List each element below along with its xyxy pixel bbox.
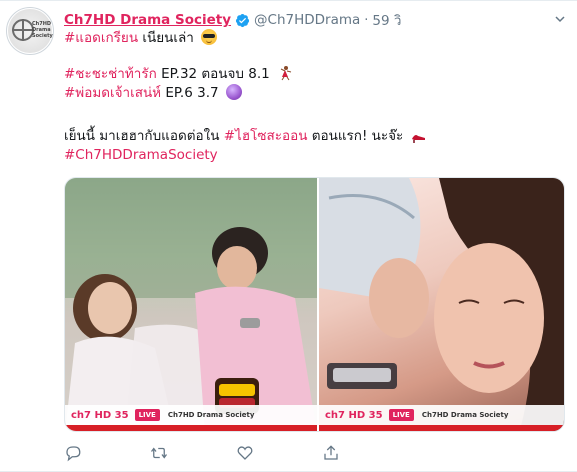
- tweet-card[interactable]: Ch7HD Drama Society Ch7HD Drama Society …: [0, 0, 577, 472]
- share-icon: [324, 445, 338, 460]
- line-text: EP.32 ตอนจบ 8.1: [156, 66, 270, 82]
- channel-overlay: ch7 HD 35 LIVE Ch7HD Drama Society: [319, 405, 564, 425]
- photo-right[interactable]: ch7 HD 35 LIVE Ch7HD Drama Society: [319, 178, 564, 431]
- social-handle: Ch7HD Drama Society: [167, 411, 255, 419]
- tweet-line-4: เย็นนี้ มาเฮฮากับแอดต่อใน #ไฮโซสะออน ตอน…: [64, 127, 427, 145]
- dancer-emoji-icon: [280, 66, 292, 81]
- red-strip: [319, 425, 564, 431]
- sunglasses-emoji-icon: [201, 29, 218, 45]
- like-button[interactable]: [236, 444, 322, 462]
- channel-overlay: ch7 HD 35 LIVE Ch7HD Drama Society: [65, 405, 317, 425]
- display-name[interactable]: Ch7HD Drama Society: [64, 12, 231, 28]
- line-text: เย็นนี้ มาเฮฮากับแอดต่อใน: [64, 128, 224, 144]
- crystal-ball-emoji-icon: [225, 84, 242, 100]
- photo-right-scene: [319, 178, 564, 431]
- avatar-text: Ch7HD Drama Society: [32, 21, 53, 39]
- red-strip: [65, 425, 317, 431]
- hashtag-link[interactable]: #ชะชะช่าท้ารัก: [64, 66, 157, 82]
- hashtag-link[interactable]: #แอดเกรียน: [64, 30, 138, 46]
- avatar-logo: Ch7HD Drama Society: [8, 9, 53, 53]
- globe-icon: [12, 19, 34, 41]
- line-text: เนียนเล่า: [138, 30, 194, 46]
- live-badge: LIVE: [134, 409, 160, 421]
- separator-dot: ·: [364, 12, 369, 28]
- retweet-icon: [150, 447, 168, 459]
- tweet-line-2: #ชะชะช่าท้ารัก EP.32 ตอนจบ 8.1: [64, 65, 293, 83]
- tweet-line-3: #พ่อมดเจ้าเสน่ห์ EP.6 3.7: [64, 84, 242, 102]
- tweet-line-5: #Ch7HDDramaSociety: [64, 146, 218, 164]
- photo-left[interactable]: ch7 HD 35 LIVE Ch7HD Drama Society: [65, 178, 317, 431]
- reply-button[interactable]: [64, 444, 150, 462]
- line-text: ตอนแรก! นะจ๊ะ: [307, 128, 404, 144]
- hashtag-link[interactable]: #Ch7HDDramaSociety: [64, 147, 218, 163]
- channel-logo: ch7 HD 35: [71, 409, 129, 421]
- chevron-down-icon[interactable]: [555, 14, 565, 24]
- timestamp[interactable]: 59 วิ: [372, 9, 401, 31]
- tweet-line-1: #แอดเกรียน เนียนเล่า: [64, 29, 218, 47]
- media-grid[interactable]: ch7 HD 35 LIVE Ch7HD Drama Society ch7 H: [64, 177, 565, 432]
- tweet-header: Ch7HD Drama Society @Ch7HDDrama · 59 วิ: [64, 9, 401, 31]
- retweet-button[interactable]: [150, 444, 236, 462]
- social-handle: Ch7HD Drama Society: [421, 411, 509, 419]
- share-button[interactable]: [322, 444, 408, 462]
- reply-icon: [66, 446, 81, 462]
- handle[interactable]: @Ch7HDDrama: [254, 12, 360, 28]
- hashtag-link[interactable]: #พ่อมดเจ้าเสน่ห์: [64, 85, 161, 101]
- verified-badge-icon: [235, 13, 250, 27]
- avatar[interactable]: Ch7HD Drama Society: [6, 7, 54, 55]
- heart-icon: [237, 446, 253, 460]
- live-badge: LIVE: [388, 409, 414, 421]
- high-heel-emoji-icon: [411, 135, 425, 143]
- photo-left-scene: [65, 178, 317, 431]
- channel-logo: ch7 HD 35: [325, 409, 383, 421]
- hashtag-link[interactable]: #ไฮโซสะออน: [224, 128, 308, 144]
- line-text: EP.6 3.7: [161, 85, 219, 101]
- tweet-actions: [64, 444, 484, 462]
